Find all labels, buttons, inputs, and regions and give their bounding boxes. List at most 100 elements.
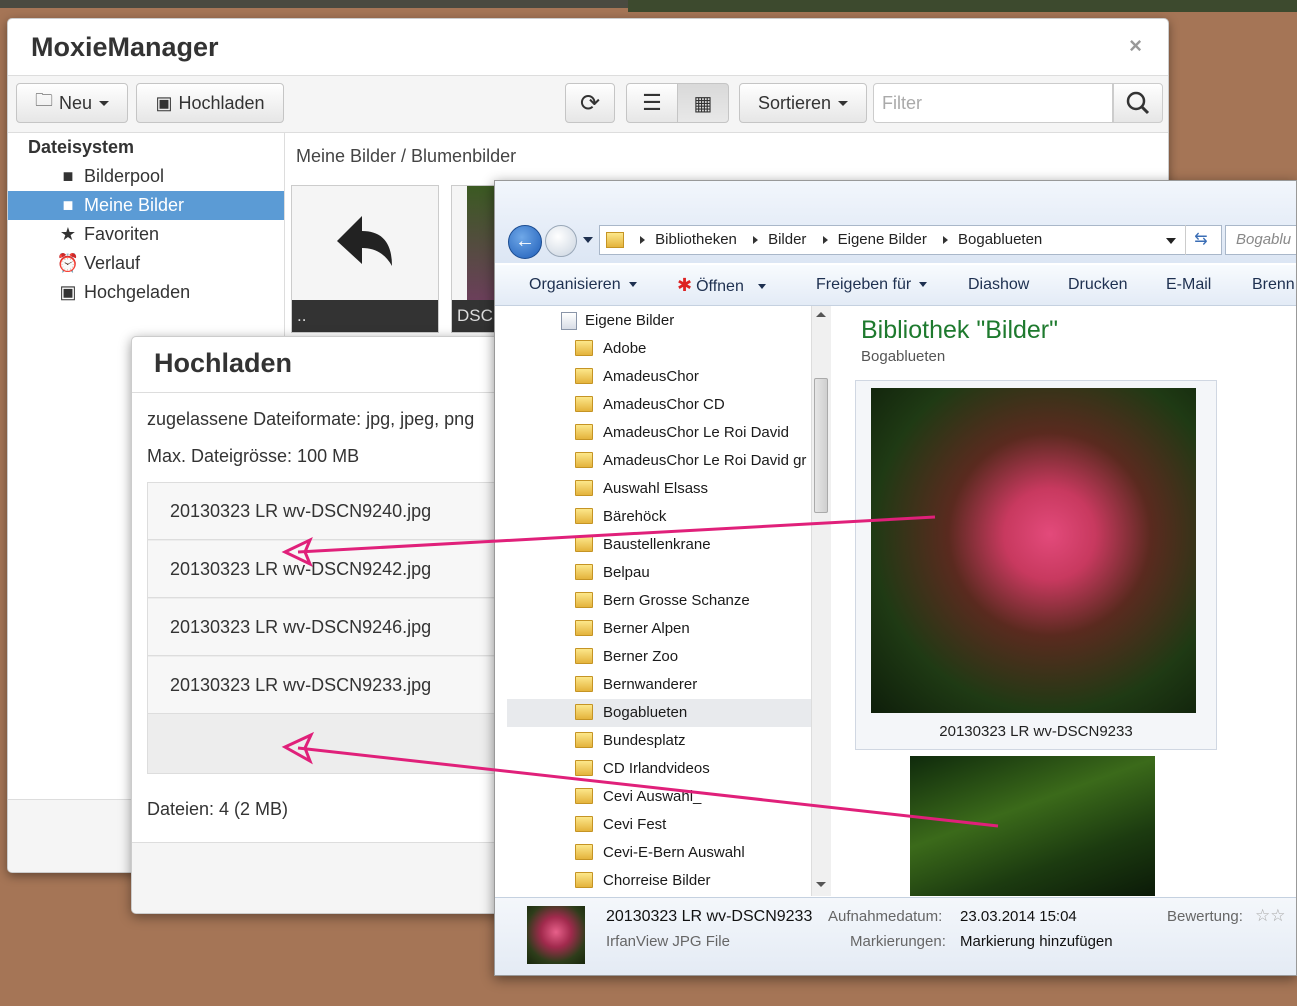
tree-label: AmadeusChor Le Roi David: [603, 424, 789, 441]
sidebar-item-bilderpool[interactable]: ■ Bilderpool: [8, 162, 284, 191]
tree-label: AmadeusChor CD: [603, 396, 725, 413]
tree-item[interactable]: Baustellenkrane: [575, 531, 711, 559]
thumb-parent-folder[interactable]: ..: [291, 185, 439, 333]
library-icon: [561, 312, 577, 331]
details-pane: 20130323 LR wv-DSCN9233 IrfanView JPG Fi…: [495, 897, 1296, 975]
folder-icon: [575, 340, 593, 357]
sort-button[interactable]: Sortieren: [739, 83, 867, 123]
new-button[interactable]: 🗀 Neu: [16, 83, 128, 123]
refresh-button[interactable]: ⟳: [565, 83, 615, 123]
photo-caption: 20130323 LR wv-DSCN9233: [939, 723, 1133, 740]
address-segment[interactable]: Bogablueten: [958, 226, 1042, 254]
upload-file-list[interactable]: 20130323 LR wv-DSCN9240.jpg 20130323 LR …: [147, 482, 529, 774]
folder-icon: [575, 648, 593, 665]
folder-icon: [575, 788, 593, 805]
chevron-down-icon[interactable]: [583, 237, 593, 243]
tree-item[interactable]: Bundesplatz: [575, 727, 686, 755]
tree-item[interactable]: Berner Zoo: [575, 643, 678, 671]
tree-item[interactable]: Bärehöck: [575, 503, 666, 531]
sidebar-header: Dateisystem: [28, 137, 135, 157]
tree-item-selected[interactable]: Bogablueten: [507, 699, 811, 727]
thumbnail-view-button[interactable]: ▦: [677, 83, 729, 123]
tree-item[interactable]: Chorreise Bilder: [575, 867, 711, 895]
rating-stars-icon[interactable]: ☆☆: [1255, 906, 1285, 926]
tree-item[interactable]: Cevi Auswahl_: [575, 783, 701, 811]
scrollbar-thumb[interactable]: [814, 378, 828, 513]
tree-item[interactable]: Bernwanderer: [575, 671, 697, 699]
tree-item[interactable]: AmadeusChor Le Roi David gr: [575, 447, 811, 475]
tree-item[interactable]: Cevi Fest: [575, 811, 666, 839]
tree-item[interactable]: AmadeusChor CD: [575, 391, 725, 419]
back-arrow-icon: [337, 216, 392, 266]
scroll-down-icon[interactable]: [816, 882, 826, 887]
chevron-down-icon: [757, 284, 766, 290]
dialog-title: Hochladen: [154, 348, 293, 378]
tree-item[interactable]: Cevi-E-Bern Auswahl: [575, 839, 745, 867]
tree-item[interactable]: Berner Alpen: [575, 615, 690, 643]
tree-label: CD Irlandvideos: [603, 760, 710, 777]
arrow-left-icon: ←: [515, 230, 535, 252]
list-item[interactable]: 20130323 LR wv-DSCN9233.jpg: [148, 657, 528, 714]
tree-item[interactable]: Auswahl Elsass: [575, 475, 708, 503]
search-button[interactable]: [1113, 83, 1163, 123]
open-menu[interactable]: ✱ Öffnen: [677, 265, 766, 305]
refresh-icon[interactable]: ⇆: [1185, 225, 1216, 255]
list-item[interactable]: 20130323 LR wv-DSCN9240.jpg: [148, 483, 528, 540]
library-title: Bibliothek "Bilder": [861, 316, 1059, 344]
photo-preview-second[interactable]: [910, 756, 1155, 896]
list-item[interactable]: 20130323 LR wv-DSCN9246.jpg: [148, 599, 528, 656]
back-button[interactable]: ←: [508, 225, 542, 259]
tree-label: Bogablueten: [603, 704, 688, 721]
address-bar[interactable]: Bibliotheken Bilder Eigene Bilder Bogabl…: [599, 225, 1222, 255]
chevron-down-icon[interactable]: [1166, 238, 1176, 244]
sidebar-item-label: Verlauf: [84, 253, 141, 273]
forward-button[interactable]: [545, 225, 577, 257]
chevron-down-icon: [628, 282, 637, 288]
tree-label: Auswahl Elsass: [603, 480, 709, 497]
burn-button[interactable]: Brenn: [1252, 265, 1295, 305]
sidebar-item-verlauf[interactable]: ⏰ Verlauf: [8, 249, 284, 278]
print-button[interactable]: Drucken: [1068, 265, 1128, 305]
tree-item[interactable]: CD Irlandvideos: [575, 755, 710, 783]
tree-item[interactable]: AmadeusChor Le Roi David: [575, 419, 789, 447]
address-segment[interactable]: Bilder: [768, 226, 806, 254]
photo-tile-selected[interactable]: 20130323 LR wv-DSCN9233: [855, 380, 1217, 750]
tree-item[interactable]: AmadeusChor: [575, 363, 699, 391]
sidebar-item-hochgeladen[interactable]: ▣ Hochgeladen: [8, 278, 284, 307]
close-icon[interactable]: ×: [1129, 33, 1142, 59]
tree-item[interactable]: Bern Grosse Schanze: [575, 587, 750, 615]
share-menu[interactable]: Freigeben für: [816, 265, 928, 305]
upload-label: Hochladen: [178, 92, 265, 113]
chevron-down-icon: [838, 100, 849, 106]
sidebar-item-label: Hochgeladen: [84, 282, 191, 302]
organize-menu[interactable]: Organisieren: [529, 265, 637, 305]
tree-label: Bern Grosse Schanze: [603, 592, 750, 609]
folder-icon: [575, 564, 593, 581]
filter-input[interactable]: Filter: [873, 83, 1113, 123]
slideshow-button[interactable]: Diashow: [968, 265, 1029, 305]
upload-button[interactable]: ▣ Hochladen: [136, 83, 284, 123]
email-button[interactable]: E-Mail: [1166, 265, 1211, 305]
address-segment[interactable]: Bibliotheken: [655, 226, 737, 254]
sidebar-item-favoriten[interactable]: ★ Favoriten: [8, 220, 284, 249]
app-open-icon: ✱: [677, 275, 693, 295]
folder-icon: [575, 732, 593, 749]
library-content: Bibliothek "Bilder" Bogablueten 20130323…: [835, 306, 1296, 896]
command-bar: Organisieren ✱ Öffnen Freigeben für Diash…: [495, 265, 1296, 306]
tree-label: AmadeusChor Le Roi David gr: [603, 452, 807, 469]
tree-scrollbar[interactable]: [811, 306, 831, 896]
tree-item[interactable]: Belpau: [575, 559, 650, 587]
folder-icon: [575, 620, 593, 637]
list-item[interactable]: 20130323 LR wv-DSCN9242.jpg: [148, 541, 528, 598]
details-filetype: IrfanView JPG File: [606, 933, 730, 950]
tree-item-eigene-bilder[interactable]: Eigene Bilder: [561, 307, 674, 335]
scroll-up-icon[interactable]: [816, 312, 826, 317]
address-segment[interactable]: Eigene Bilder: [838, 226, 927, 254]
list-icon: ☰: [642, 90, 662, 115]
details-tags-value[interactable]: Markierung hinzufügen: [960, 933, 1113, 950]
sidebar-item-meine-bilder[interactable]: ■ Meine Bilder: [8, 191, 284, 220]
desktop-top-strip: [0, 0, 1297, 12]
list-view-button[interactable]: ☰: [626, 83, 678, 123]
tree-item[interactable]: Adobe: [575, 335, 646, 363]
search-input[interactable]: Bogablu: [1225, 225, 1296, 255]
